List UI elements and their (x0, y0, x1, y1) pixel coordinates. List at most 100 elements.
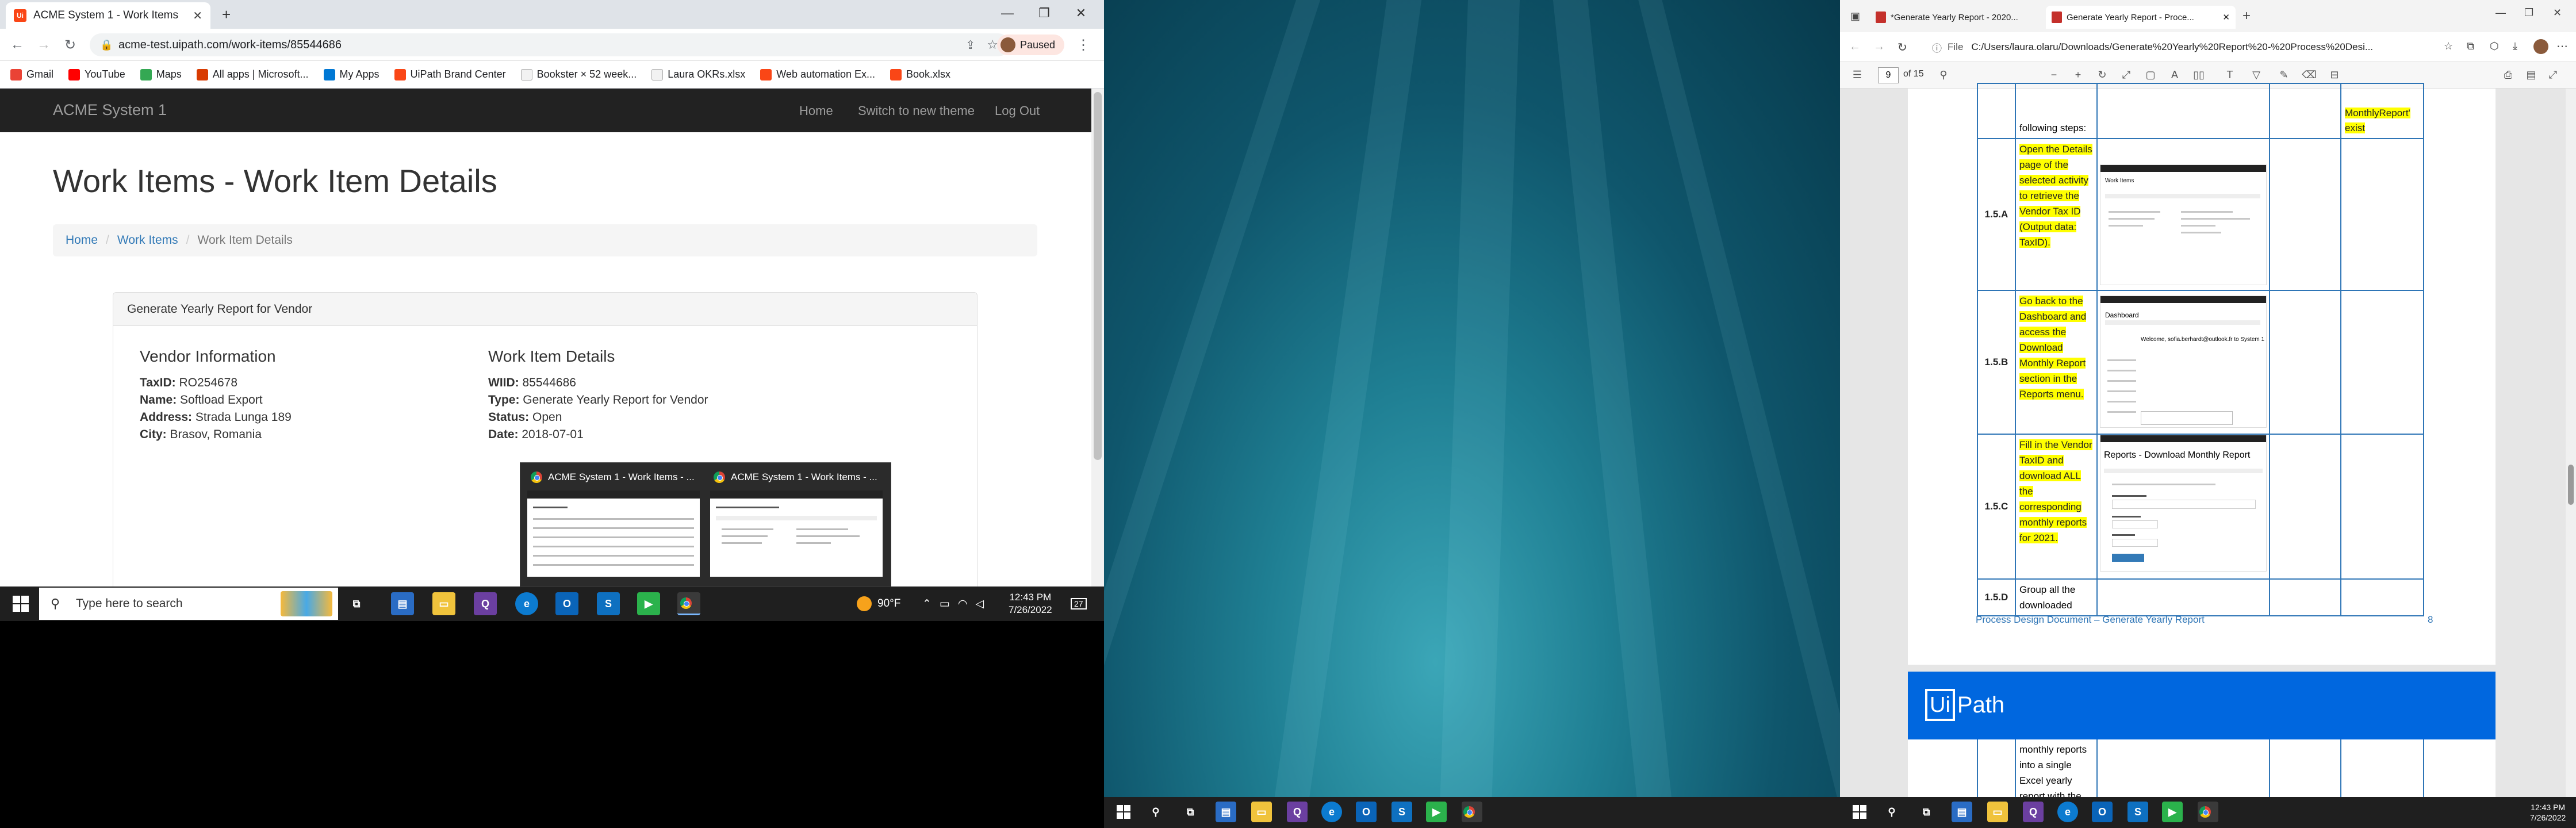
file-explorer-icon[interactable]: ▭ (432, 592, 455, 615)
close-icon[interactable]: ✕ (2222, 12, 2230, 22)
page-number-input[interactable]: 9 (1878, 67, 1899, 83)
pin-icon[interactable]: ⊟ (2328, 68, 2341, 82)
edge-icon[interactable]: e (1321, 802, 1342, 822)
edge-icon[interactable]: e (2057, 802, 2078, 822)
reload-icon[interactable]: ↻ (1897, 40, 1907, 55)
address-bar[interactable]: 🔒 acme-test.uipath.com/work-items/855446… (90, 33, 1010, 56)
draw-icon[interactable]: ✎ (2277, 68, 2291, 82)
windows-start-icon[interactable] (1117, 805, 1130, 819)
task-view-icon[interactable]: ⧉ (345, 592, 368, 615)
back-icon[interactable]: ← (8, 36, 26, 54)
two-page-icon[interactable]: ▯▯ (2192, 68, 2206, 82)
nav-logout[interactable]: Log Out (995, 103, 1040, 118)
page-view-icon[interactable]: ▢ (2144, 68, 2157, 82)
clock[interactable]: 12:43 PM 7/26/2022 (1009, 586, 1052, 621)
edge-tab-draft[interactable]: *Generate Yearly Report - 2020... (1870, 6, 2042, 29)
erase-icon[interactable]: ⌫ (2302, 68, 2316, 82)
chrome-taskbar-icon[interactable] (677, 592, 700, 615)
restore-icon[interactable]: ❐ (1026, 0, 1063, 26)
breadcrumb-work-items[interactable]: Work Items (117, 233, 178, 247)
windows-start-icon[interactable] (13, 596, 29, 612)
bookmark-maps[interactable]: Maps (140, 68, 182, 80)
bookmark-laura-okrs[interactable]: Laura OKRs.xlsx (651, 68, 745, 80)
minimize-icon[interactable]: — (2496, 7, 2506, 19)
acme-brand[interactable]: ACME System 1 (53, 101, 167, 119)
bookmark-web-automation[interactable]: Web automation Ex... (760, 68, 875, 80)
text-icon[interactable]: T (2223, 68, 2237, 82)
edge-tab-active[interactable]: Generate Yearly Report - Proce... ✕ (2046, 6, 2236, 29)
uipath-studio-icon[interactable]: S (597, 592, 620, 615)
new-tab-icon[interactable]: + (222, 6, 231, 24)
bookmark-all-apps[interactable]: All apps | Microsoft... (196, 68, 309, 80)
zoom-in-icon[interactable]: + (2071, 68, 2085, 82)
task-view-icon[interactable]: ⧉ (1180, 802, 1201, 822)
bookmark-gmail[interactable]: Gmail (10, 68, 53, 80)
breadcrumb-home[interactable]: Home (66, 233, 98, 247)
browser-tab-acme[interactable]: Ui ACME System 1 - Work Items ✕ (6, 2, 210, 29)
search-icon[interactable]: ⚲ (1937, 68, 1950, 82)
taskbar-search-input[interactable]: ⚲ Type here to search (39, 588, 338, 620)
bookmark-bookster[interactable]: Bookster × 52 week... (520, 68, 637, 80)
nav-switch-theme[interactable]: Switch to new theme (858, 103, 975, 118)
clock[interactable]: 12:43 PM 7/26/2022 (2530, 797, 2566, 828)
downloads-icon[interactable]: ⤓ (2513, 40, 2517, 52)
tab-actions-icon[interactable]: ▣ (1850, 10, 1860, 22)
reload-icon[interactable]: ↻ (61, 36, 79, 54)
scrollbar-thumb[interactable] (1094, 92, 1102, 460)
app-purple-icon[interactable]: Q (474, 592, 497, 615)
edge-icon[interactable]: e (515, 592, 538, 615)
outlook-icon[interactable]: O (1356, 802, 1377, 822)
rotate-icon[interactable]: ↻ (2095, 68, 2109, 82)
menu-kebab-icon[interactable]: ⋮ (1074, 36, 1092, 54)
app-purple-icon[interactable]: Q (2023, 802, 2044, 822)
save-icon[interactable]: ▤ (2524, 68, 2538, 82)
bookmark-book[interactable]: Book.xlsx (890, 68, 950, 80)
windows-start-icon[interactable] (1853, 805, 1866, 819)
window-close-icon[interactable]: ✕ (2553, 7, 2562, 19)
menu-dots-icon[interactable]: ⋯ (2556, 39, 2568, 53)
search-icon[interactable]: ⚲ (1145, 802, 1166, 822)
scrollbar-thumb[interactable] (2568, 465, 2574, 505)
favorite-icon[interactable]: ☆ (2444, 40, 2453, 52)
thumbnail-window-2[interactable]: ACME System 1 - Work Items - ... (708, 467, 887, 582)
uipath-studio-icon[interactable]: S (1392, 802, 1412, 822)
highlight-icon[interactable]: ▽ (2249, 68, 2263, 82)
notification-center[interactable]: 27 (1071, 586, 1087, 621)
zoom-out-icon[interactable]: − (2047, 68, 2061, 82)
fit-page-icon[interactable]: ⤢ (2119, 68, 2133, 82)
close-icon[interactable]: ✕ (193, 9, 202, 23)
print-icon[interactable]: ⎙ (2501, 68, 2515, 82)
collections-icon[interactable]: ⧉ (2467, 40, 2474, 52)
avatar[interactable] (2533, 39, 2548, 54)
store-icon[interactable]: ▤ (391, 592, 414, 615)
profile-paused-button[interactable]: Paused (997, 34, 1065, 55)
search-icon[interactable]: ⚲ (1881, 802, 1902, 822)
new-tab-icon[interactable]: + (2242, 8, 2251, 24)
store-icon[interactable]: ▤ (1216, 802, 1236, 822)
weather-widget[interactable]: 90°F (857, 586, 900, 621)
uipath-studio-icon[interactable]: S (2128, 802, 2148, 822)
outlook-icon[interactable]: O (555, 592, 578, 615)
address-bar[interactable]: ⓘ File C:/Users/laura.olaru/Downloads/Ge… (1932, 37, 2432, 57)
page-scrollbar[interactable] (1091, 89, 1104, 586)
bookmark-youtube[interactable]: YouTube (68, 68, 125, 80)
table-of-contents-icon[interactable]: ☰ (1850, 68, 1864, 82)
read-aloud-icon[interactable]: A (2168, 68, 2182, 82)
fullscreen-icon[interactable]: ⤢ (2546, 68, 2560, 82)
minimize-icon[interactable]: — (989, 0, 1026, 26)
app-purple-icon[interactable]: Q (1287, 802, 1308, 822)
task-view-icon[interactable]: ⧉ (1916, 802, 1937, 822)
restore-icon[interactable]: ❐ (2524, 7, 2533, 19)
window-close-icon[interactable]: ✕ (1063, 0, 1099, 26)
extensions-icon[interactable]: ⬡ (2490, 40, 2499, 52)
outlook-icon[interactable]: O (2092, 802, 2113, 822)
file-explorer-icon[interactable]: ▭ (1251, 802, 1272, 822)
chevron-up-icon[interactable]: ⌃ (922, 597, 931, 611)
uipath-assistant-icon[interactable]: ▶ (1426, 802, 1447, 822)
share-icon[interactable]: ⇪ (965, 38, 975, 52)
bookmark-uipath-brand[interactable]: UiPath Brand Center (394, 68, 506, 80)
forward-icon[interactable]: → (1873, 40, 1885, 53)
chrome-taskbar-icon[interactable] (2198, 802, 2218, 822)
file-explorer-icon[interactable]: ▭ (1987, 802, 2008, 822)
uipath-assistant-icon[interactable]: ▶ (637, 592, 660, 615)
